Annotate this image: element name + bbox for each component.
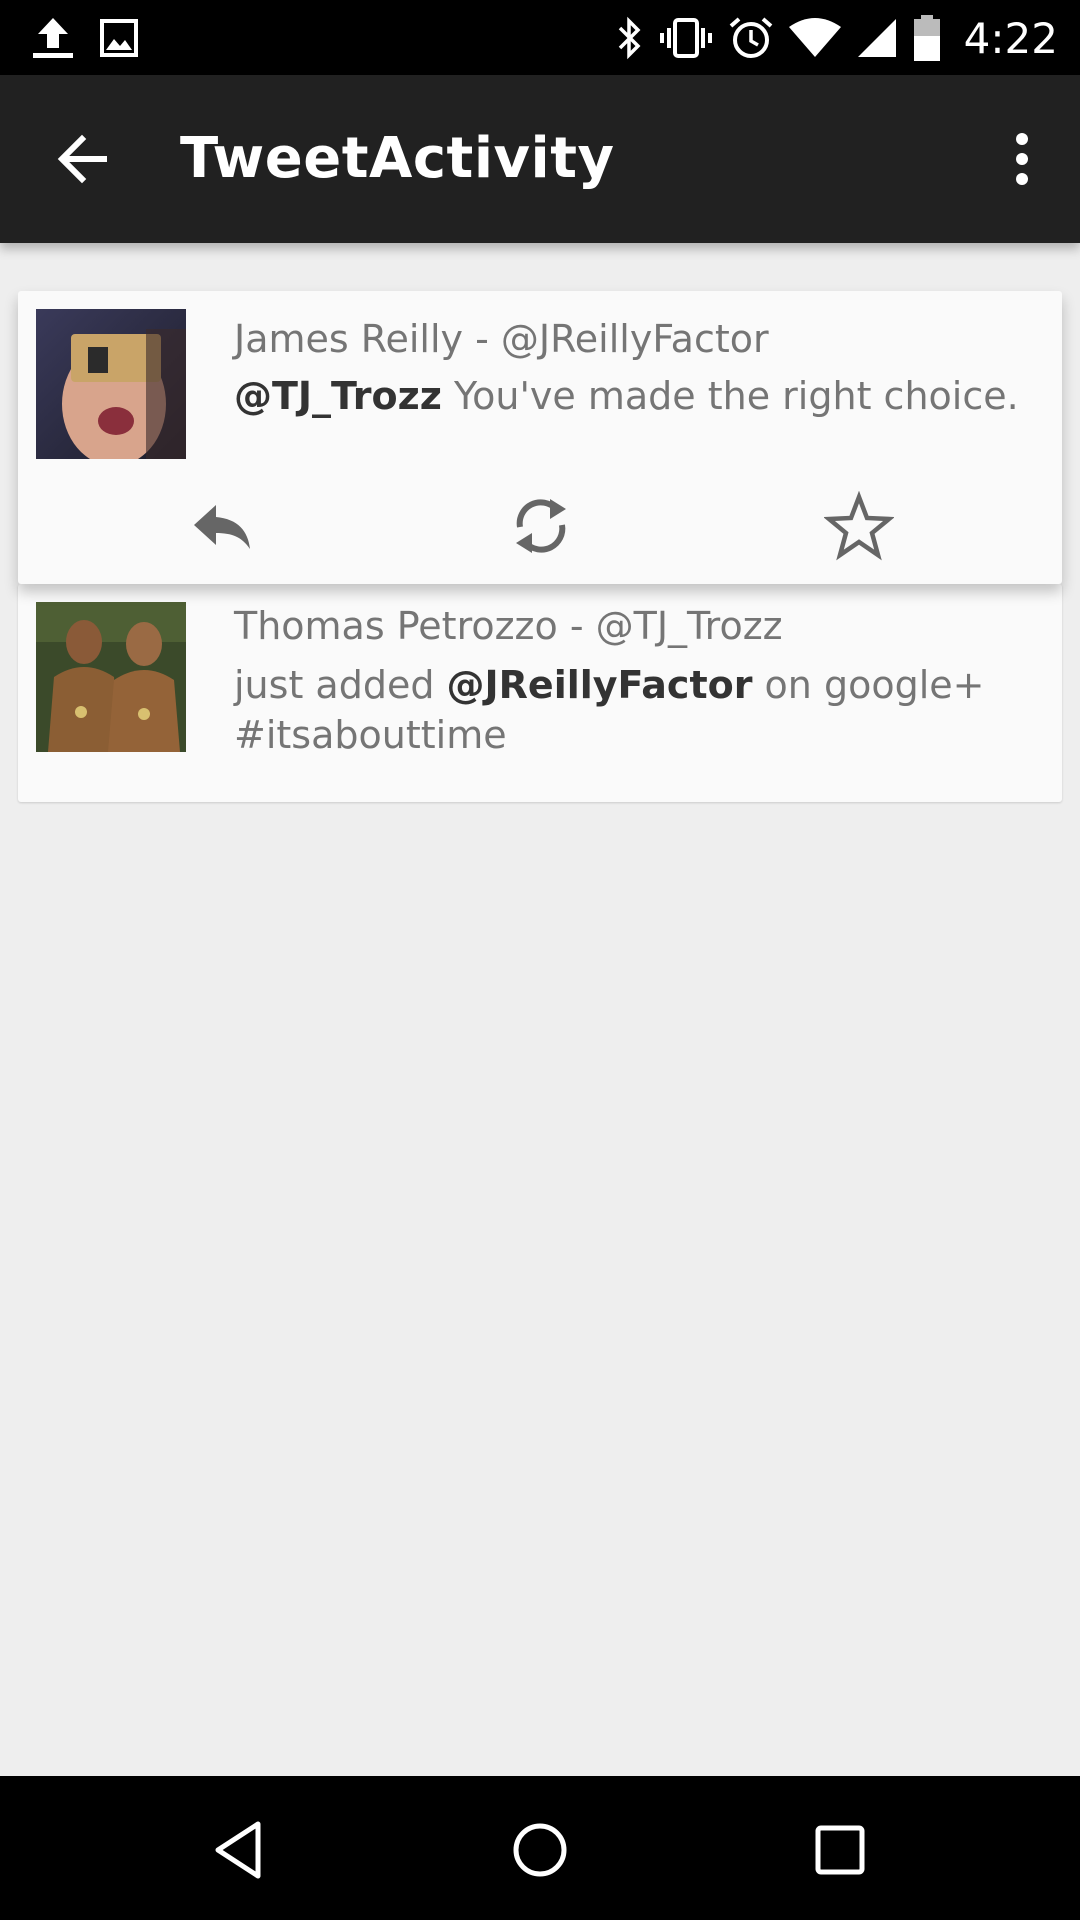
back-button[interactable]: [52, 127, 116, 191]
circle-home-icon: [513, 1823, 567, 1877]
tweet-text: just added @JReillyFactor on google+ #it…: [234, 660, 1034, 760]
tweet-card[interactable]: James Reilly - @JReillyFactor @TJ_Trozz …: [18, 291, 1062, 584]
bluetooth-icon: [614, 16, 644, 60]
star-icon: [823, 490, 895, 561]
tweet-actions: [18, 490, 1062, 571]
nav-back-button[interactable]: [208, 1818, 272, 1882]
tweet-card[interactable]: Thomas Petrozzo - @TJ_Trozz just added @…: [18, 584, 1062, 802]
retweet-button[interactable]: [506, 491, 576, 561]
app-bar: TweetActivity: [0, 75, 1080, 243]
clock: 4:22: [963, 13, 1058, 63]
avatar[interactable]: [36, 602, 186, 752]
nav-home-button[interactable]: [508, 1818, 572, 1882]
avatar[interactable]: [36, 309, 186, 459]
overflow-menu-button[interactable]: [1000, 127, 1044, 191]
tweet-text-content: just added: [234, 663, 447, 707]
image-icon: [100, 19, 138, 57]
favorite-button[interactable]: [823, 490, 895, 561]
tweet-text: @TJ_Trozz You've made the right choice.: [234, 371, 1034, 421]
tweet-mention-link[interactable]: @JReillyFactor: [447, 663, 753, 707]
status-bar-notifications: [30, 14, 138, 62]
nav-recents-button[interactable]: [808, 1818, 872, 1882]
arrow-back-icon: [57, 134, 107, 184]
reply-icon: [194, 505, 250, 549]
reply-button[interactable]: [188, 491, 258, 561]
tweet-mention-link[interactable]: @TJ_Trozz: [234, 374, 442, 418]
tweet-author: James Reilly - @JReillyFactor: [234, 317, 769, 361]
retweet-icon: [516, 499, 566, 553]
page-title: TweetActivity: [180, 126, 615, 191]
vibrate-icon: [658, 16, 714, 60]
signal-icon: [856, 17, 898, 59]
triangle-back-icon: [215, 1821, 261, 1879]
battery-icon: [912, 14, 942, 62]
square-recents-icon: [815, 1825, 865, 1875]
navigation-bar: [0, 1776, 1080, 1920]
upload-icon: [30, 16, 76, 60]
tweet-author: Thomas Petrozzo - @TJ_Trozz: [234, 604, 783, 648]
more-vert-icon: [1016, 133, 1028, 185]
tweet-text-content: You've made the right choice.: [441, 374, 1019, 418]
status-bar: 4:22: [0, 0, 1080, 75]
status-bar-system: 4:22: [614, 10, 1058, 66]
alarm-icon: [728, 15, 774, 61]
wifi-icon: [788, 17, 842, 59]
